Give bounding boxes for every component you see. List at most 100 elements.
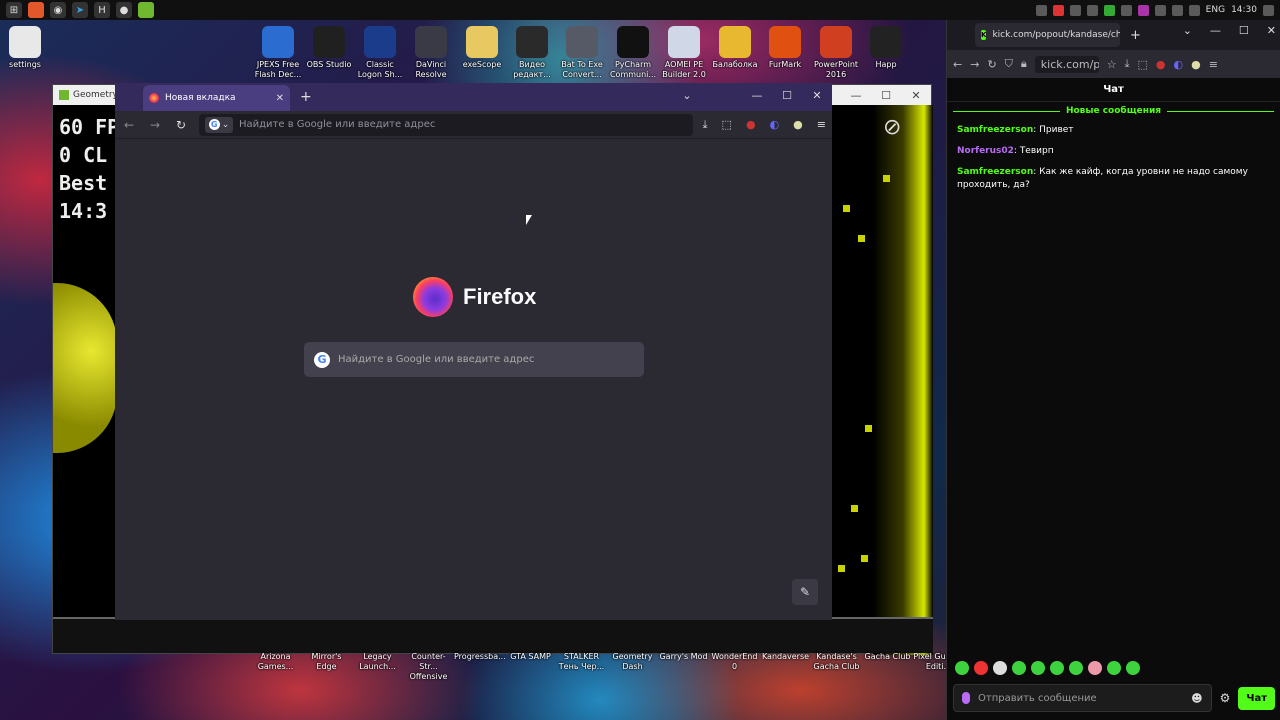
windows-start-icon[interactable]: ⊞ bbox=[6, 2, 22, 18]
back-arrow-icon[interactable]: ← bbox=[121, 118, 137, 132]
desktop-icon[interactable]: Балаболка bbox=[710, 26, 760, 70]
hamburger-menu-icon[interactable]: ≡ bbox=[1209, 58, 1218, 71]
microphone-icon[interactable] bbox=[962, 692, 970, 704]
url-input[interactable]: kick.com/p... bbox=[1034, 55, 1099, 73]
desktop-icon-label[interactable]: Kandaverse bbox=[760, 652, 811, 682]
maximize-icon[interactable]: ☐ bbox=[772, 89, 802, 102]
minimize-icon[interactable]: — bbox=[841, 89, 871, 102]
chat-username[interactable]: Norferus02 bbox=[957, 146, 1014, 156]
desktop-icon-label[interactable]: Progressba... bbox=[454, 652, 506, 682]
minimize-icon[interactable]: — bbox=[1210, 24, 1221, 37]
telegram-taskbar-icon[interactable]: ➤ bbox=[72, 2, 88, 18]
new-tab-search-box[interactable]: G Найдите в Google или введите адрес bbox=[304, 342, 644, 377]
desktop-icon[interactable]: Видео редакт... bbox=[507, 26, 557, 80]
extension-icon[interactable]: ◐ bbox=[1174, 58, 1184, 71]
desktop-icon[interactable]: FurMark bbox=[760, 26, 810, 70]
emoji-icon[interactable]: ☻ bbox=[1191, 692, 1202, 705]
tray-icon[interactable] bbox=[1120, 4, 1132, 16]
ublock-icon[interactable]: ● bbox=[1156, 58, 1166, 71]
firefox-window[interactable]: Новая вкладка ✕ + ⌄ — ☐ ✕ ← → ↻ G ⌄ Найд… bbox=[115, 83, 832, 620]
desktop-icon[interactable]: PyCharm Communi... bbox=[608, 26, 658, 80]
search-engine-selector[interactable]: G ⌄ bbox=[205, 116, 233, 133]
emote-icon[interactable] bbox=[1050, 661, 1064, 675]
mic-tray-icon[interactable] bbox=[1035, 4, 1047, 16]
desktop-icon-label[interactable]: Garry's Mod bbox=[658, 652, 709, 682]
close-icon[interactable]: ✕ bbox=[802, 89, 832, 102]
download-icon[interactable]: ⤓ bbox=[703, 118, 708, 132]
desktop-icon[interactable]: OBS Studio bbox=[304, 26, 354, 70]
chat-browser-window[interactable]: K kick.com/popout/kandase/chat ✕ + ⌄ — ☐… bbox=[946, 20, 1280, 720]
emote-icon[interactable] bbox=[1012, 661, 1026, 675]
account-avatar-icon[interactable]: ● bbox=[1191, 58, 1201, 71]
forward-arrow-icon[interactable]: → bbox=[147, 118, 163, 132]
url-input[interactable]: Найдите в Google или введите адрес bbox=[239, 119, 435, 130]
desktop-icon-label[interactable]: Geometry Dash bbox=[607, 652, 658, 682]
desktop-icon-label[interactable]: Gacha Club bbox=[862, 652, 913, 682]
emote-icon[interactable] bbox=[955, 661, 969, 675]
happ-taskbar-icon[interactable]: H bbox=[94, 2, 110, 18]
emote-icon[interactable] bbox=[1088, 661, 1102, 675]
desktop-icon-label[interactable]: Kandase's Gacha Club bbox=[811, 652, 862, 682]
desktop-icon-label[interactable]: STALKER Тень Чер... bbox=[556, 652, 607, 682]
chat-username[interactable]: Samfreezerson bbox=[957, 125, 1033, 135]
hamburger-menu-icon[interactable]: ≡ bbox=[817, 118, 826, 131]
tab-kick-chat[interactable]: K kick.com/popout/kandase/chat ✕ bbox=[975, 23, 1120, 47]
chat-username[interactable]: Samfreezerson bbox=[957, 167, 1033, 177]
tray-icon[interactable] bbox=[1086, 4, 1098, 16]
lock-icon[interactable]: 🔒︎ bbox=[1021, 57, 1027, 71]
url-bar[interactable]: G ⌄ Найдите в Google или введите адрес bbox=[199, 113, 693, 136]
desktop-icon[interactable]: settings bbox=[0, 26, 50, 70]
desktop-icon[interactable]: exeScope bbox=[457, 26, 507, 70]
network-icon[interactable] bbox=[1171, 4, 1183, 16]
desktop-icon[interactable]: Bat To Exe Convert... bbox=[557, 26, 607, 80]
extension-icon[interactable]: ◐ bbox=[770, 118, 780, 131]
chevron-down-icon[interactable]: ⌄ bbox=[1183, 24, 1192, 37]
ublock-icon[interactable]: ● bbox=[746, 118, 756, 131]
send-chat-button[interactable]: Чат bbox=[1238, 686, 1275, 710]
reload-icon[interactable]: ↻ bbox=[987, 58, 996, 71]
desktop-icon[interactable]: PowerPoint 2016 bbox=[811, 26, 861, 80]
bookmark-star-icon[interactable]: ☆ bbox=[1107, 58, 1117, 71]
desktop-icon[interactable]: AOMEI PE Builder 2.0 bbox=[659, 26, 709, 80]
emote-icon[interactable] bbox=[1069, 661, 1083, 675]
chat-message-input[interactable]: Отправить сообщение ☻ bbox=[953, 684, 1212, 712]
desktop-icon-label[interactable]: Mirror's Edge bbox=[301, 652, 352, 682]
desktop-icon-label[interactable]: GTA SAMP bbox=[505, 652, 556, 682]
new-tab-plus-icon[interactable]: + bbox=[300, 89, 312, 105]
obs-taskbar-icon[interactable]: ● bbox=[116, 2, 132, 18]
emote-icon[interactable] bbox=[974, 661, 988, 675]
new-tab-plus-icon[interactable]: + bbox=[1130, 28, 1141, 43]
maximize-icon[interactable]: ☐ bbox=[1239, 24, 1249, 37]
extensions-puzzle-icon[interactable]: ⬚ bbox=[722, 118, 732, 131]
reload-icon[interactable]: ↻ bbox=[173, 118, 189, 132]
clock[interactable]: 14:30 bbox=[1231, 5, 1257, 15]
shield-icon[interactable]: ⛉ bbox=[1005, 57, 1013, 71]
desktop-icon-label[interactable]: Arizona Games... bbox=[250, 652, 301, 682]
back-arrow-icon[interactable]: ← bbox=[953, 58, 962, 71]
emote-icon[interactable] bbox=[993, 661, 1007, 675]
emote-icon[interactable] bbox=[1031, 661, 1045, 675]
desktop-icon-label[interactable]: Counter-Str... Offensive bbox=[403, 652, 454, 682]
download-icon[interactable]: ⤓ bbox=[1125, 57, 1130, 71]
emote-icon[interactable] bbox=[1107, 661, 1121, 675]
tab-new-tab[interactable]: Новая вкладка ✕ bbox=[143, 85, 290, 111]
language-indicator[interactable]: ENG bbox=[1206, 5, 1225, 15]
forward-arrow-icon[interactable]: → bbox=[970, 58, 979, 71]
close-tab-icon[interactable]: ✕ bbox=[276, 93, 284, 104]
tray-icon[interactable] bbox=[1052, 4, 1064, 16]
emote-icon[interactable] bbox=[1126, 661, 1140, 675]
close-icon[interactable]: ✕ bbox=[1267, 24, 1276, 37]
steam-taskbar-icon[interactable]: ◉ bbox=[50, 2, 66, 18]
desktop-icon[interactable]: Happ bbox=[861, 26, 911, 70]
list-tabs-chevron-icon[interactable]: ⌄ bbox=[672, 89, 702, 102]
desktop-icon[interactable]: Classic Logon Sh... bbox=[355, 26, 405, 80]
tray-icon[interactable] bbox=[1103, 4, 1115, 16]
geometry-dash-taskbar-icon[interactable] bbox=[138, 2, 154, 18]
tray-icon[interactable] bbox=[1137, 4, 1149, 16]
desktop-icon[interactable]: DaVinci Resolve bbox=[406, 26, 456, 80]
volume-icon[interactable] bbox=[1188, 4, 1200, 16]
notifications-icon[interactable] bbox=[1263, 4, 1274, 16]
account-avatar-icon[interactable]: ● bbox=[793, 118, 803, 131]
firefox-taskbar-icon[interactable] bbox=[28, 2, 44, 18]
desktop-icon[interactable]: JPEXS Free Flash Dec... bbox=[253, 26, 303, 80]
